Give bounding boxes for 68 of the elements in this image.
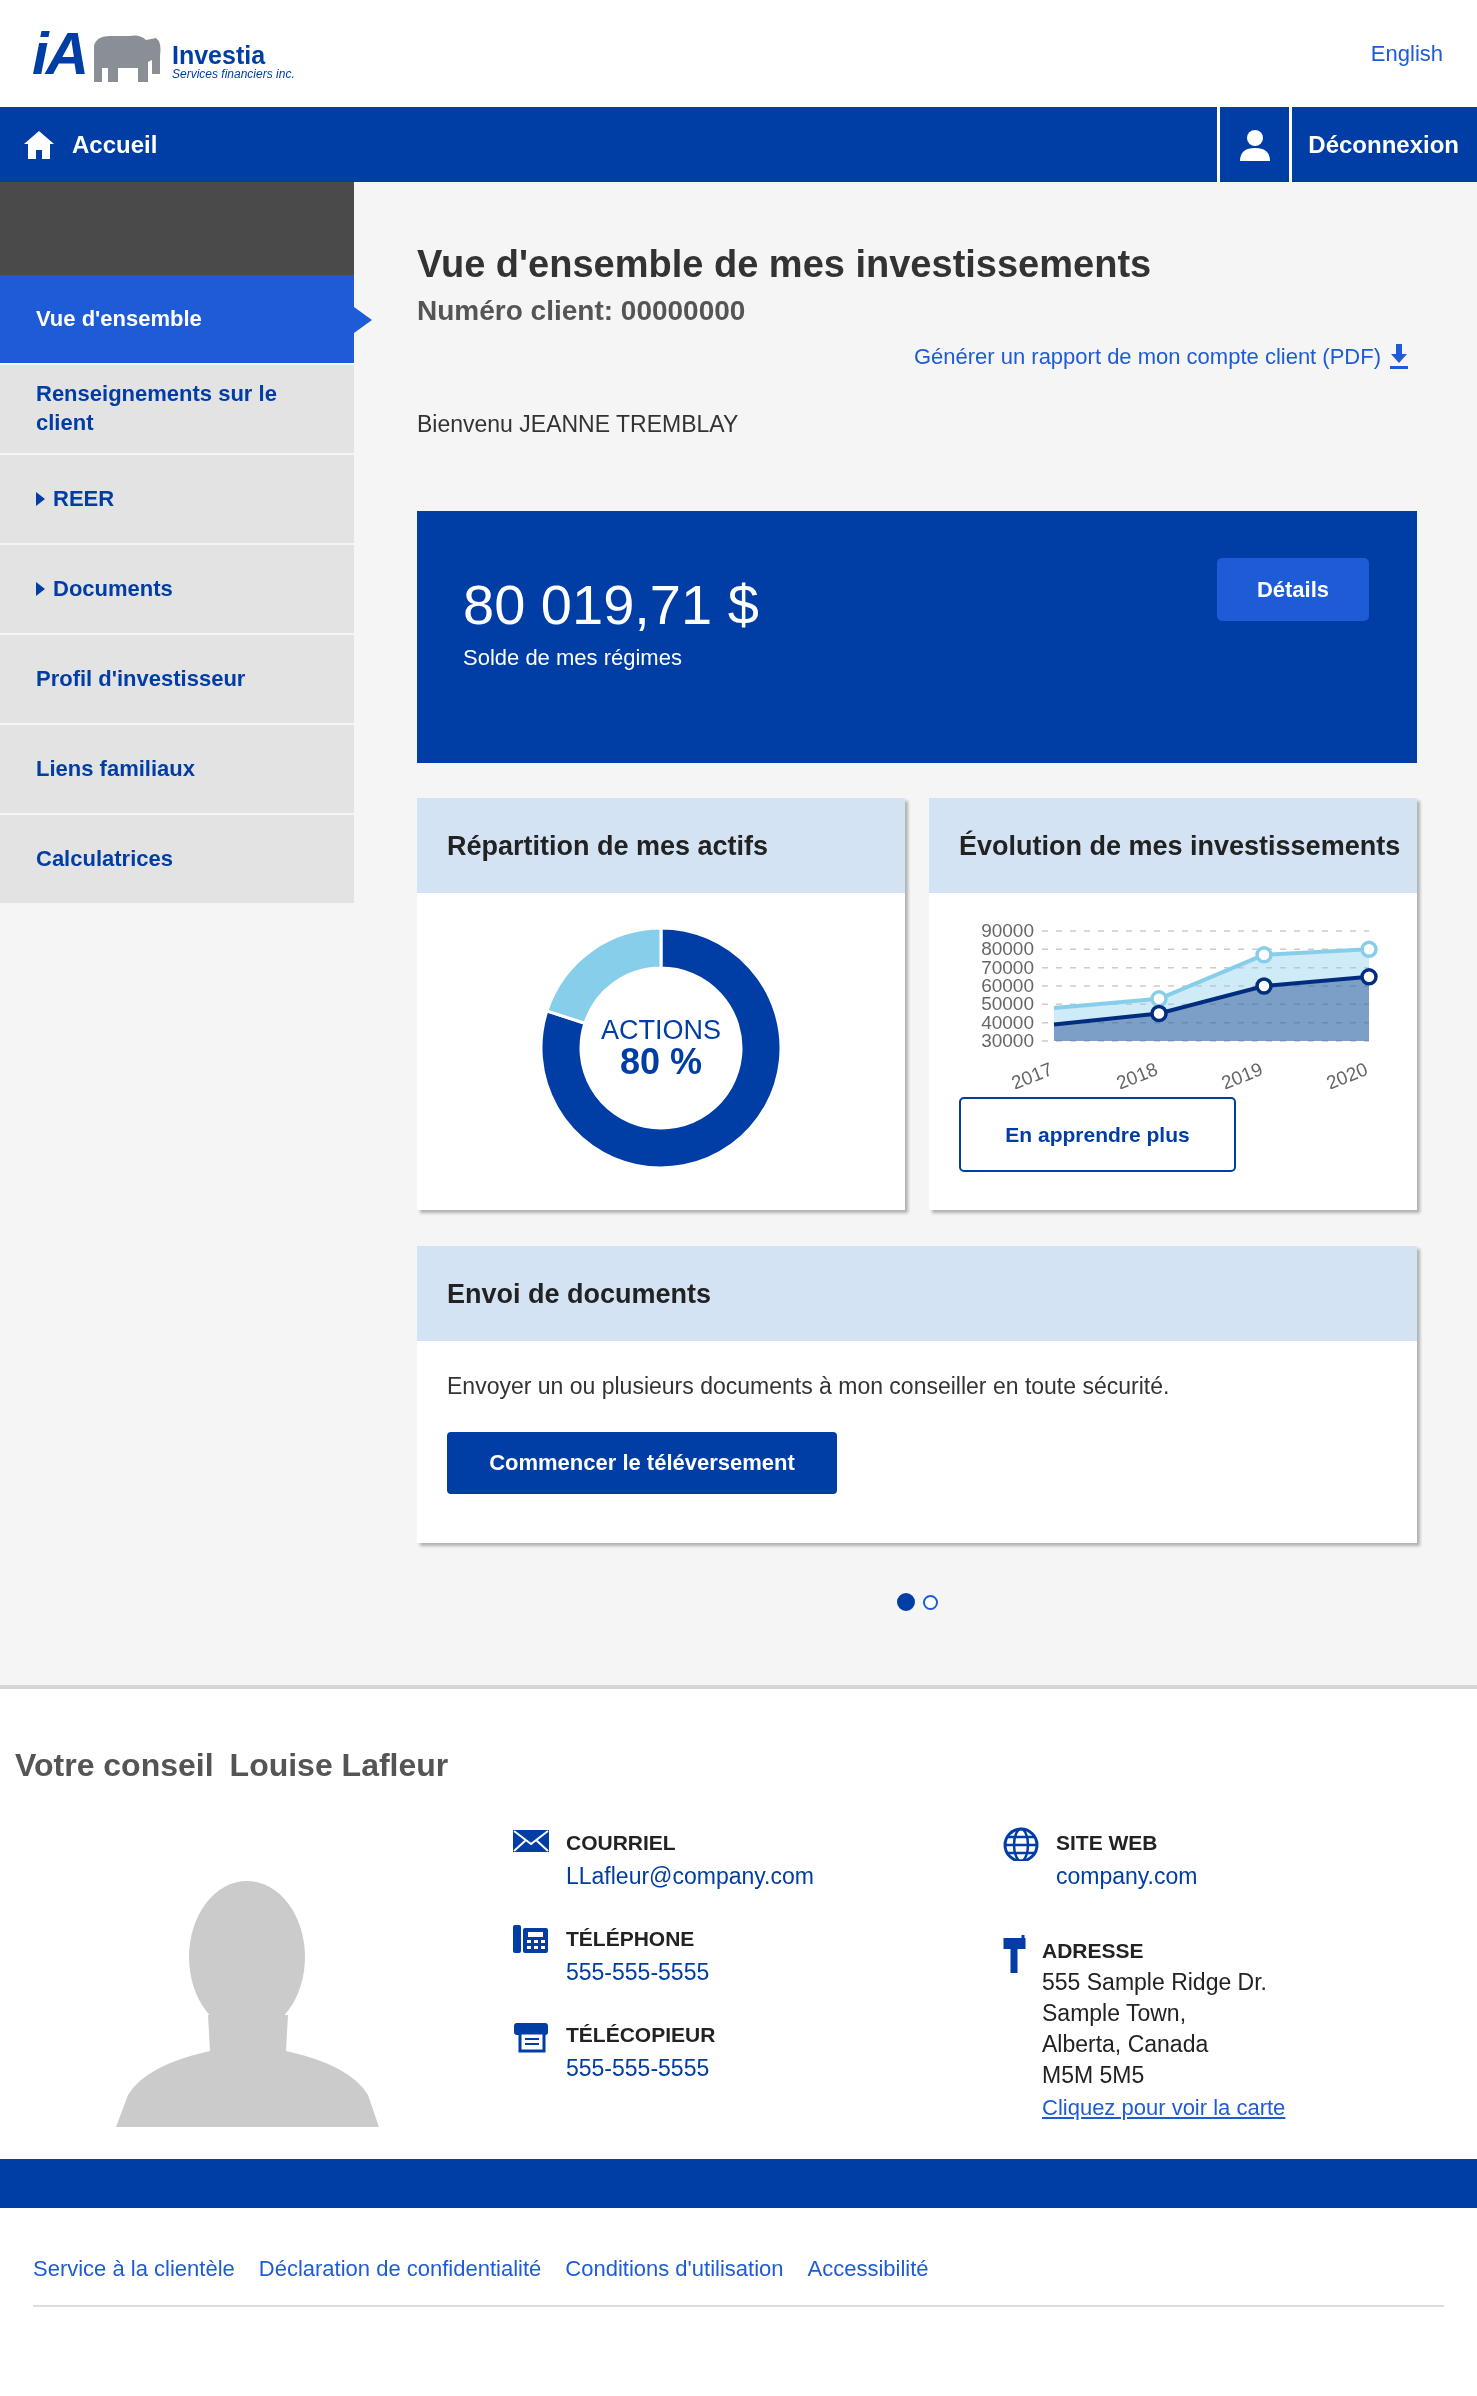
sidebar-group[interactable]: REER xyxy=(0,455,354,545)
contact-label: COURRIEL xyxy=(566,1830,677,1856)
donut-label: ACTIONS xyxy=(601,1016,721,1044)
carousel-dot[interactable] xyxy=(922,1594,938,1610)
data-point xyxy=(1360,968,1378,986)
data-point xyxy=(1255,946,1273,964)
sidebar-item-label: REER xyxy=(53,484,115,513)
footer-link[interactable]: Service à la clientèle xyxy=(33,2252,235,2285)
sidebar-item-label: Documents xyxy=(53,574,173,603)
home-icon xyxy=(22,128,56,161)
address-line: Alberta, Canada xyxy=(1042,2029,1210,2059)
axis-label: 30000 xyxy=(981,1030,1034,1052)
page-title: Vue d'ensemble de mes investissements xyxy=(417,244,1153,286)
balance-label: Solde de mes régimes xyxy=(463,644,683,673)
address-line: Sample Town, xyxy=(1042,1998,1188,2028)
download-icon[interactable] xyxy=(1389,343,1409,369)
welcome-text: Bienvenu JEANNE TREMBLAY xyxy=(417,409,740,439)
contact-link[interactable]: 555-555-5555 xyxy=(566,1954,710,1989)
card-title: Évolution de mes investissements xyxy=(929,798,1417,894)
balance-amount: 80 019,71 $ xyxy=(463,577,759,634)
contact-label: ADRESSE xyxy=(1042,1938,1145,1964)
contact-link[interactable]: company.com xyxy=(1056,1858,1198,1893)
carousel-dot[interactable] xyxy=(896,1593,915,1612)
sidebar-group[interactable]: Documents xyxy=(0,545,354,635)
footer-link[interactable]: Accessibilité xyxy=(807,2252,929,2285)
footer-link[interactable]: Conditions d'utilisation xyxy=(565,2252,784,2285)
card-title: Répartition de mes actifs xyxy=(417,798,905,894)
data-point xyxy=(1360,940,1378,959)
upload-button[interactable]: Commencer le téléversement xyxy=(447,1431,837,1494)
donut-value: 80 % xyxy=(619,1043,702,1080)
map-link[interactable]: Cliquez pour voir la carte xyxy=(1042,2090,1286,2124)
user-icon[interactable] xyxy=(1238,128,1271,161)
language-link[interactable]: English xyxy=(1370,37,1443,70)
contact-link[interactable]: LLafleur@company.com xyxy=(566,1858,814,1893)
data-point xyxy=(1150,990,1168,1008)
globe-icon xyxy=(1002,1827,1040,1861)
logo-mark: iA xyxy=(32,23,86,84)
brand-tagline: Services financiers inc. xyxy=(172,67,295,80)
axis-label: 2017 xyxy=(1008,1058,1056,1090)
advisor-name: Louise Lafleur xyxy=(229,1746,449,1785)
documents-text: Envoyer un ou plusieurs documents à mon conseiller en toute sécurité. xyxy=(446,1372,1171,1402)
contact-link[interactable]: 555-555-5555 xyxy=(566,2050,716,2085)
address-line: M5M 5M5 xyxy=(1042,2060,1146,2090)
selection-arrow xyxy=(354,307,372,333)
details-button[interactable]: Détails xyxy=(1217,558,1369,622)
sidebar-item[interactable]: Profil d'investisseur xyxy=(0,635,354,725)
contact-label: SITE WEB xyxy=(1056,1830,1159,1856)
axis-label: 2019 xyxy=(1218,1058,1266,1090)
advisor-heading: Votre conseil xyxy=(15,1746,214,1785)
sidebar-item[interactable]: Calculatrices xyxy=(0,815,354,905)
brand-name: Investia xyxy=(172,42,267,68)
mailbox-icon xyxy=(1002,1935,1026,1973)
sidebar-item[interactable]: Liens familiaux xyxy=(0,725,354,815)
sidebar-item[interactable]: Renseignements sur le client xyxy=(0,365,354,455)
contact-label: TÉLÉPHONE xyxy=(566,1926,696,1952)
learn-more-button[interactable]: En apprendre plus xyxy=(959,1097,1236,1173)
address-line: 555 Sample Ridge Dr. xyxy=(1042,1967,1268,1997)
client-number: Numéro client: 00000000 xyxy=(417,293,747,328)
sidebar-item[interactable]: Vue d'ensemble xyxy=(0,275,354,365)
data-point xyxy=(1255,977,1273,996)
card-title: Envoi de documents xyxy=(417,1246,1417,1342)
contact-label: TÉLÉCOPIEUR xyxy=(566,2022,716,2048)
report-link[interactable]: Générer un rapport de mon compte client (PDF) xyxy=(913,339,1381,373)
home-link[interactable]: Accueil xyxy=(0,107,158,182)
axis-label: 2020 xyxy=(1323,1058,1371,1090)
data-point xyxy=(1150,1005,1168,1023)
footer-link[interactable]: Déclaration de confidentialité xyxy=(258,2252,542,2285)
axis-label: 2018 xyxy=(1113,1058,1161,1090)
